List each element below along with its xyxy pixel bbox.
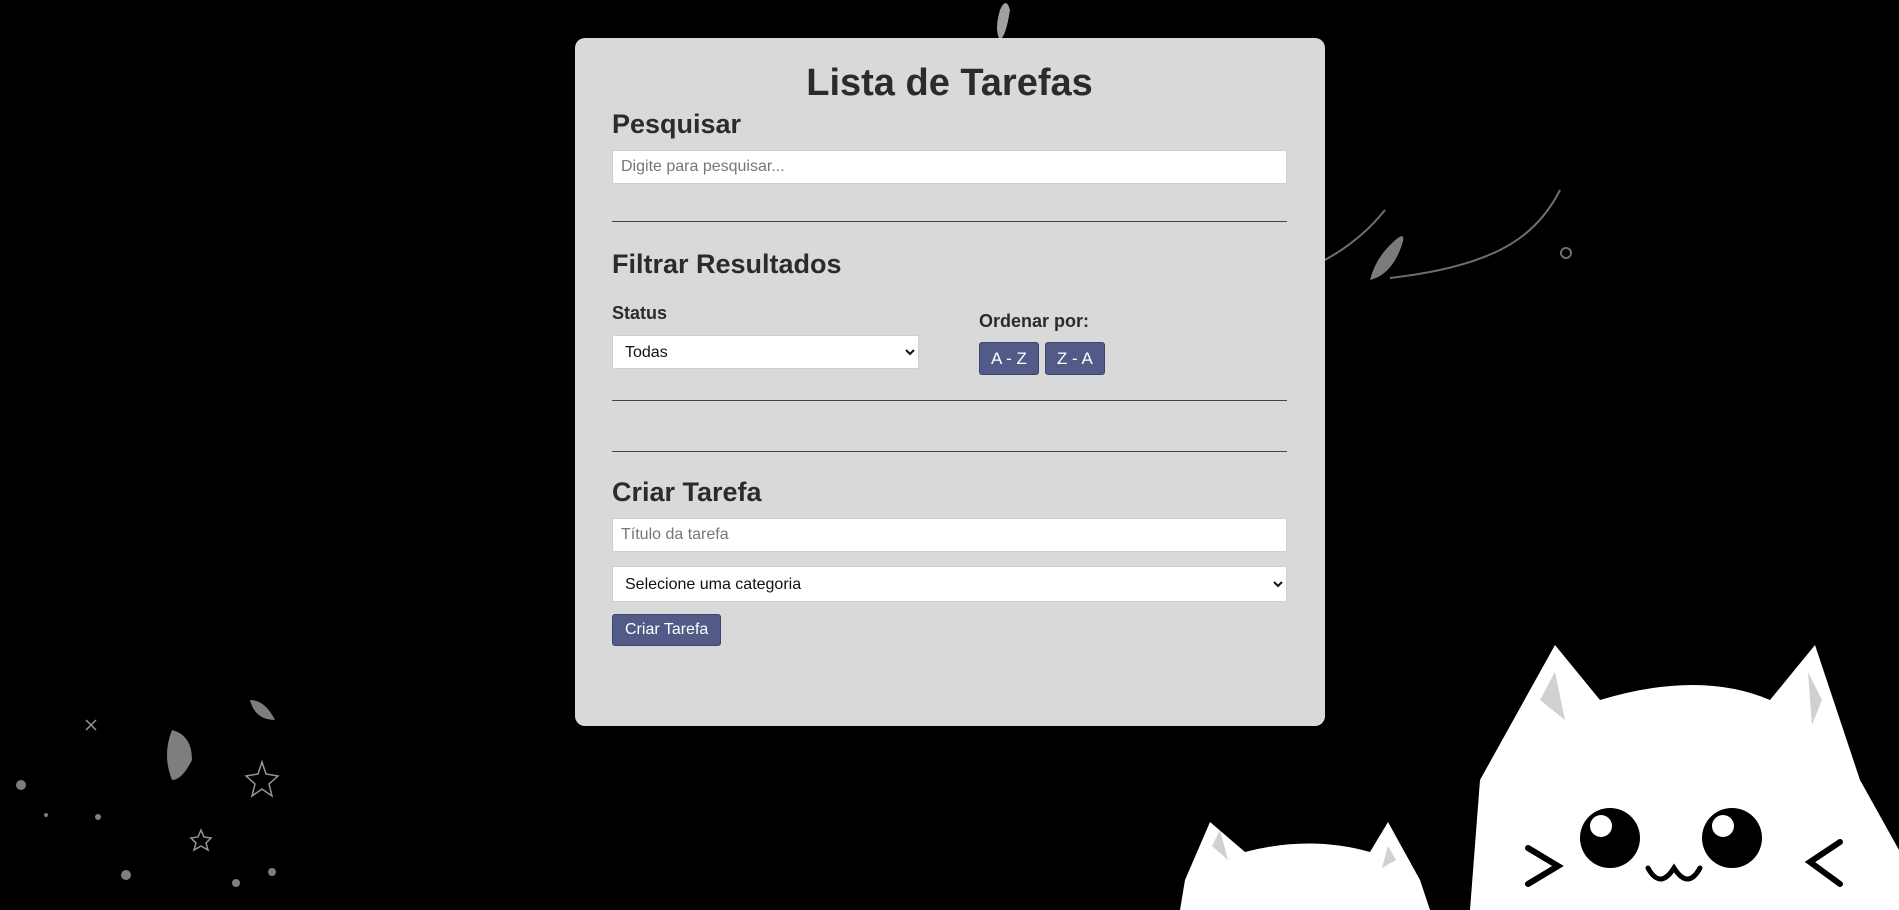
- sort-za-button[interactable]: Z - A: [1044, 342, 1105, 376]
- create-task-button[interactable]: Criar Tarefa: [612, 614, 722, 647]
- task-title-input[interactable]: [612, 518, 1287, 553]
- leaf-icon: [997, 3, 1010, 40]
- task-list-card: Lista de Tarefas Pesquisar Filtrar Resul…: [575, 38, 1325, 726]
- divider: [612, 451, 1287, 453]
- status-select[interactable]: Todas: [612, 335, 919, 370]
- create-task-heading: Criar Tarefa: [612, 477, 762, 508]
- filter-controls: Status Todas Ordenar por: A - Z Z - A: [612, 279, 1287, 379]
- cat-face-small-icon: [1180, 822, 1430, 910]
- search-heading: Pesquisar: [612, 109, 742, 139]
- search-input[interactable]: [612, 149, 1287, 184]
- sort-label: Ordenar por:: [979, 311, 1090, 332]
- sort-buttons: A - Z Z - A: [979, 342, 1105, 376]
- category-select[interactable]: Selecione uma categoria: [612, 566, 1287, 603]
- sort-az-button[interactable]: A - Z: [979, 342, 1039, 376]
- cat-face-large-icon: [1470, 645, 1899, 910]
- filter-heading: Filtrar Resultados: [612, 248, 842, 279]
- divider: [612, 220, 1287, 222]
- sort-group: Ordenar por: A - Z Z - A: [979, 311, 1105, 376]
- status-label: Status: [612, 303, 668, 324]
- page-title: Lista de Tarefas: [806, 62, 1093, 104]
- status-filter-group: Status Todas: [612, 303, 919, 370]
- divider: [612, 400, 1287, 402]
